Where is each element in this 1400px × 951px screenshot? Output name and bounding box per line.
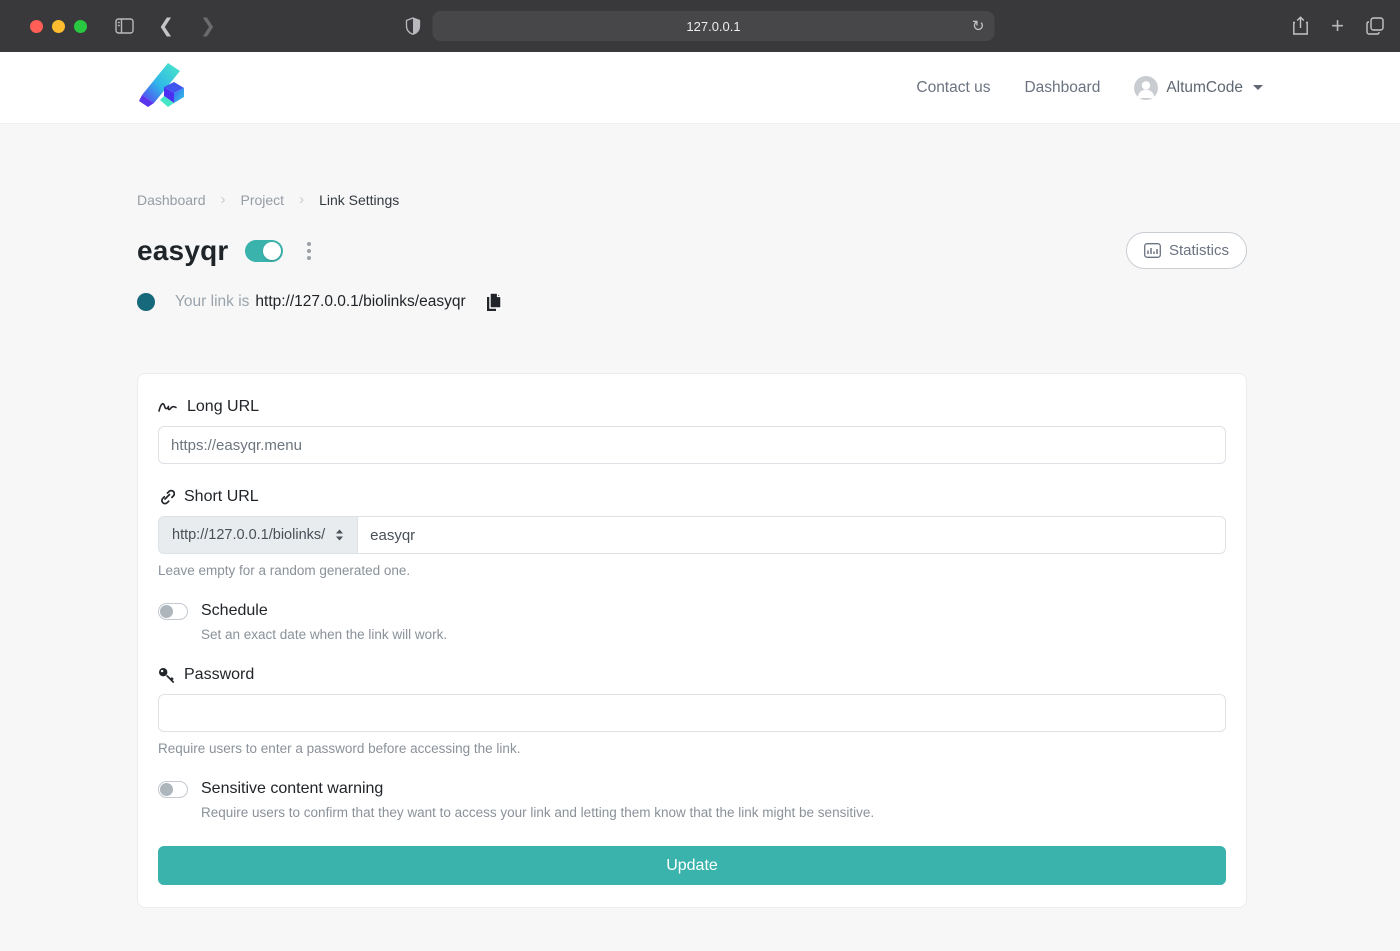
sensitive-content-toggle[interactable] <box>158 781 188 798</box>
chevron-down-icon <box>1253 85 1263 90</box>
breadcrumb-project[interactable]: Project <box>241 192 285 208</box>
key-icon <box>158 667 175 684</box>
breadcrumb: Dashboard › Project › Link Settings <box>137 191 1247 208</box>
schedule-label: Schedule <box>201 602 268 620</box>
close-window-button[interactable] <box>30 20 43 33</box>
back-icon[interactable]: ❮ <box>158 15 174 38</box>
link-icon <box>158 489 175 506</box>
bar-chart-icon <box>1144 243 1161 258</box>
address-bar[interactable]: 127.0.0.1 ↻ <box>433 11 995 41</box>
window-controls <box>30 20 87 33</box>
password-input[interactable] <box>158 694 1226 732</box>
page-title: easyqr <box>137 235 229 267</box>
address-bar-url: 127.0.0.1 <box>686 19 740 34</box>
more-options-icon[interactable] <box>303 238 315 264</box>
link-settings-card: Long URL Short URL http:/ <box>137 373 1247 908</box>
short-url-input[interactable] <box>358 516 1226 554</box>
sidebar-icon[interactable] <box>115 18 134 34</box>
browser-toolbar: ❮ ❯ 127.0.0.1 ↻ + <box>0 0 1400 52</box>
app-logo[interactable] <box>137 62 187 113</box>
user-menu[interactable]: AltumCode <box>1134 76 1263 100</box>
long-url-input[interactable] <box>158 426 1226 464</box>
copy-icon[interactable] <box>484 291 504 313</box>
link-enabled-toggle[interactable] <box>245 240 283 262</box>
your-link-url[interactable]: http://127.0.0.1/biolinks/easyqr <box>255 293 465 311</box>
your-link-prefix: Your link is <box>175 293 249 311</box>
schedule-help: Set an exact date when the link will wor… <box>201 627 1226 642</box>
statistics-label: Statistics <box>1169 242 1229 259</box>
nav-dashboard[interactable]: Dashboard <box>1024 79 1100 97</box>
schedule-toggle[interactable] <box>158 603 188 620</box>
app-header: Contact us Dashboard AltumCode <box>0 52 1400 124</box>
short-url-domain-select[interactable]: http://127.0.0.1/biolinks/ <box>158 516 358 554</box>
user-avatar-icon <box>1134 76 1158 100</box>
new-tab-icon[interactable]: + <box>1331 13 1344 39</box>
long-url-label: Long URL <box>187 398 259 416</box>
short-url-help: Leave empty for a random generated one. <box>158 563 1226 578</box>
zoom-window-button[interactable] <box>74 20 87 33</box>
minimize-window-button[interactable] <box>52 20 65 33</box>
short-url-label: Short URL <box>184 488 259 506</box>
statistics-button[interactable]: Statistics <box>1126 232 1247 269</box>
privacy-shield-icon[interactable] <box>406 17 421 35</box>
sensitive-content-help: Require users to confirm that they want … <box>201 805 1226 820</box>
breadcrumb-separator-icon: › <box>221 191 226 208</box>
password-help: Require users to enter a password before… <box>158 741 1226 756</box>
short-url-domain-value: http://127.0.0.1/biolinks/ <box>172 527 325 543</box>
password-label: Password <box>184 666 254 684</box>
update-button[interactable]: Update <box>158 846 1226 885</box>
breadcrumb-link-settings: Link Settings <box>319 192 399 208</box>
breadcrumb-dashboard[interactable]: Dashboard <box>137 192 206 208</box>
reload-icon[interactable]: ↻ <box>972 17 985 35</box>
status-dot <box>137 293 155 311</box>
forward-icon[interactable]: ❯ <box>200 15 216 38</box>
select-arrows-icon <box>335 529 344 541</box>
breadcrumb-separator-icon: › <box>299 191 304 208</box>
user-name: AltumCode <box>1166 79 1243 97</box>
share-icon[interactable] <box>1292 16 1309 36</box>
tab-overview-icon[interactable] <box>1366 17 1384 35</box>
nav-contact-us[interactable]: Contact us <box>916 79 990 97</box>
sensitive-content-label: Sensitive content warning <box>201 780 383 798</box>
long-url-icon <box>158 400 178 414</box>
main-content: Dashboard › Project › Link Settings easy… <box>0 124 1400 908</box>
